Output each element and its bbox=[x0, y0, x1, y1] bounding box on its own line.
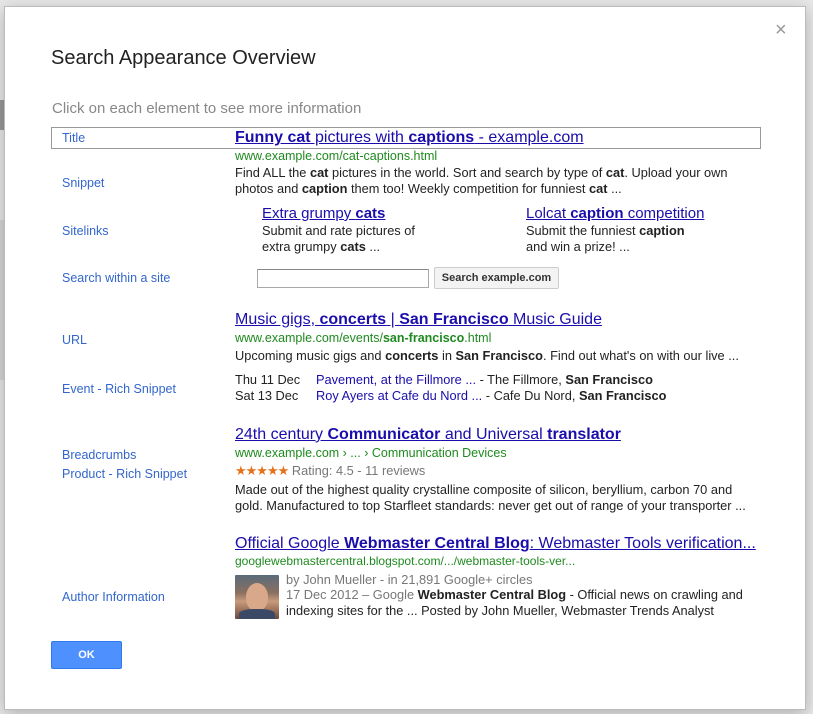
result3-snippet-line1: Made out of the highest quality crystall… bbox=[235, 482, 733, 497]
label-breadcrumbs[interactable]: Breadcrumbs bbox=[62, 448, 136, 462]
label-search-within-site[interactable]: Search within a site bbox=[62, 271, 170, 285]
event-row: Thu 11 Dec Pavement, at the Fillmore ... … bbox=[235, 372, 653, 387]
result4-snippet-line1: 17 Dec 2012 – Google Webmaster Central B… bbox=[286, 587, 743, 602]
result4-title[interactable]: Official Google Webmaster Central Blog: … bbox=[235, 535, 756, 553]
event-link[interactable]: Pavement, at the Fillmore ... bbox=[316, 372, 476, 387]
result2-title[interactable]: Music gigs, concerts | San Francisco Mus… bbox=[235, 311, 602, 329]
result3-title[interactable]: 24th century Communicator and Universal … bbox=[235, 426, 621, 444]
event-row: Sat 13 Dec Roy Ayers at Cafe du Nord ... … bbox=[235, 388, 667, 403]
site-search-input[interactable] bbox=[257, 269, 429, 288]
event-date: Thu 11 Dec bbox=[235, 372, 301, 387]
sitelink-lolcat-caption-competition[interactable]: Lolcat caption competition bbox=[526, 205, 704, 222]
result4-snippet-line2: indexing sites for the ... Posted by Joh… bbox=[286, 603, 714, 618]
result1-title[interactable]: Funny cat pictures with captions - examp… bbox=[235, 129, 584, 147]
author-photo bbox=[235, 575, 279, 619]
instruction-text: Click on each element to see more inform… bbox=[52, 100, 362, 117]
result3-snippet-line2: gold. Manufactured to top Starfleet stan… bbox=[235, 498, 746, 513]
result1-snippet-line2: photos and caption them too! Weekly comp… bbox=[235, 181, 622, 196]
label-product-rich-snippet[interactable]: Product - Rich Snippet bbox=[62, 467, 187, 481]
result3-breadcrumb: www.example.com › ... › Communication De… bbox=[235, 446, 507, 460]
result3-rating: ★★★★★ Rating: 4.5 - 11 reviews bbox=[235, 463, 426, 478]
rating-stars-icon: ★★★★★ bbox=[235, 463, 289, 478]
site-search-button[interactable]: Search example.com bbox=[434, 267, 559, 289]
result1-snippet-line1: Find ALL the cat pictures in the world. … bbox=[235, 165, 728, 180]
sitelink2-desc-line2: and win a prize! ... bbox=[526, 239, 630, 254]
sitelink1-desc-line2: extra grumpy cats ... bbox=[262, 239, 381, 254]
label-title[interactable]: Title bbox=[62, 131, 85, 145]
author-byline: by John Mueller - in 21,891 Google+ circ… bbox=[286, 572, 533, 587]
sitelink2-desc-line1: Submit the funniest caption bbox=[526, 223, 685, 238]
result4-url: googlewebmastercentral.blogspot.com/.../… bbox=[235, 554, 576, 568]
sitelink-extra-grumpy-cats[interactable]: Extra grumpy cats bbox=[262, 205, 385, 222]
label-author-information[interactable]: Author Information bbox=[62, 590, 165, 604]
label-event-rich-snippet[interactable]: Event - Rich Snippet bbox=[62, 382, 176, 396]
label-snippet[interactable]: Snippet bbox=[62, 176, 104, 190]
event-link[interactable]: Roy Ayers at Cafe du Nord ... bbox=[316, 388, 482, 403]
result2-snippet: Upcoming music gigs and concerts in San … bbox=[235, 348, 739, 363]
search-appearance-dialog: × Search Appearance Overview Click on ea… bbox=[4, 6, 806, 710]
label-sitelinks[interactable]: Sitelinks bbox=[62, 224, 109, 238]
label-url[interactable]: URL bbox=[62, 333, 87, 347]
result2-url: www.example.com/events/san-francisco.htm… bbox=[235, 331, 492, 345]
sitelink1-desc-line1: Submit and rate pictures of bbox=[262, 223, 415, 238]
result1-url: www.example.com/cat-captions.html bbox=[235, 149, 438, 163]
ok-button[interactable]: OK bbox=[51, 641, 122, 669]
close-icon[interactable]: × bbox=[775, 19, 787, 42]
event-date: Sat 13 Dec bbox=[235, 388, 299, 403]
dialog-title: Search Appearance Overview bbox=[51, 47, 316, 69]
